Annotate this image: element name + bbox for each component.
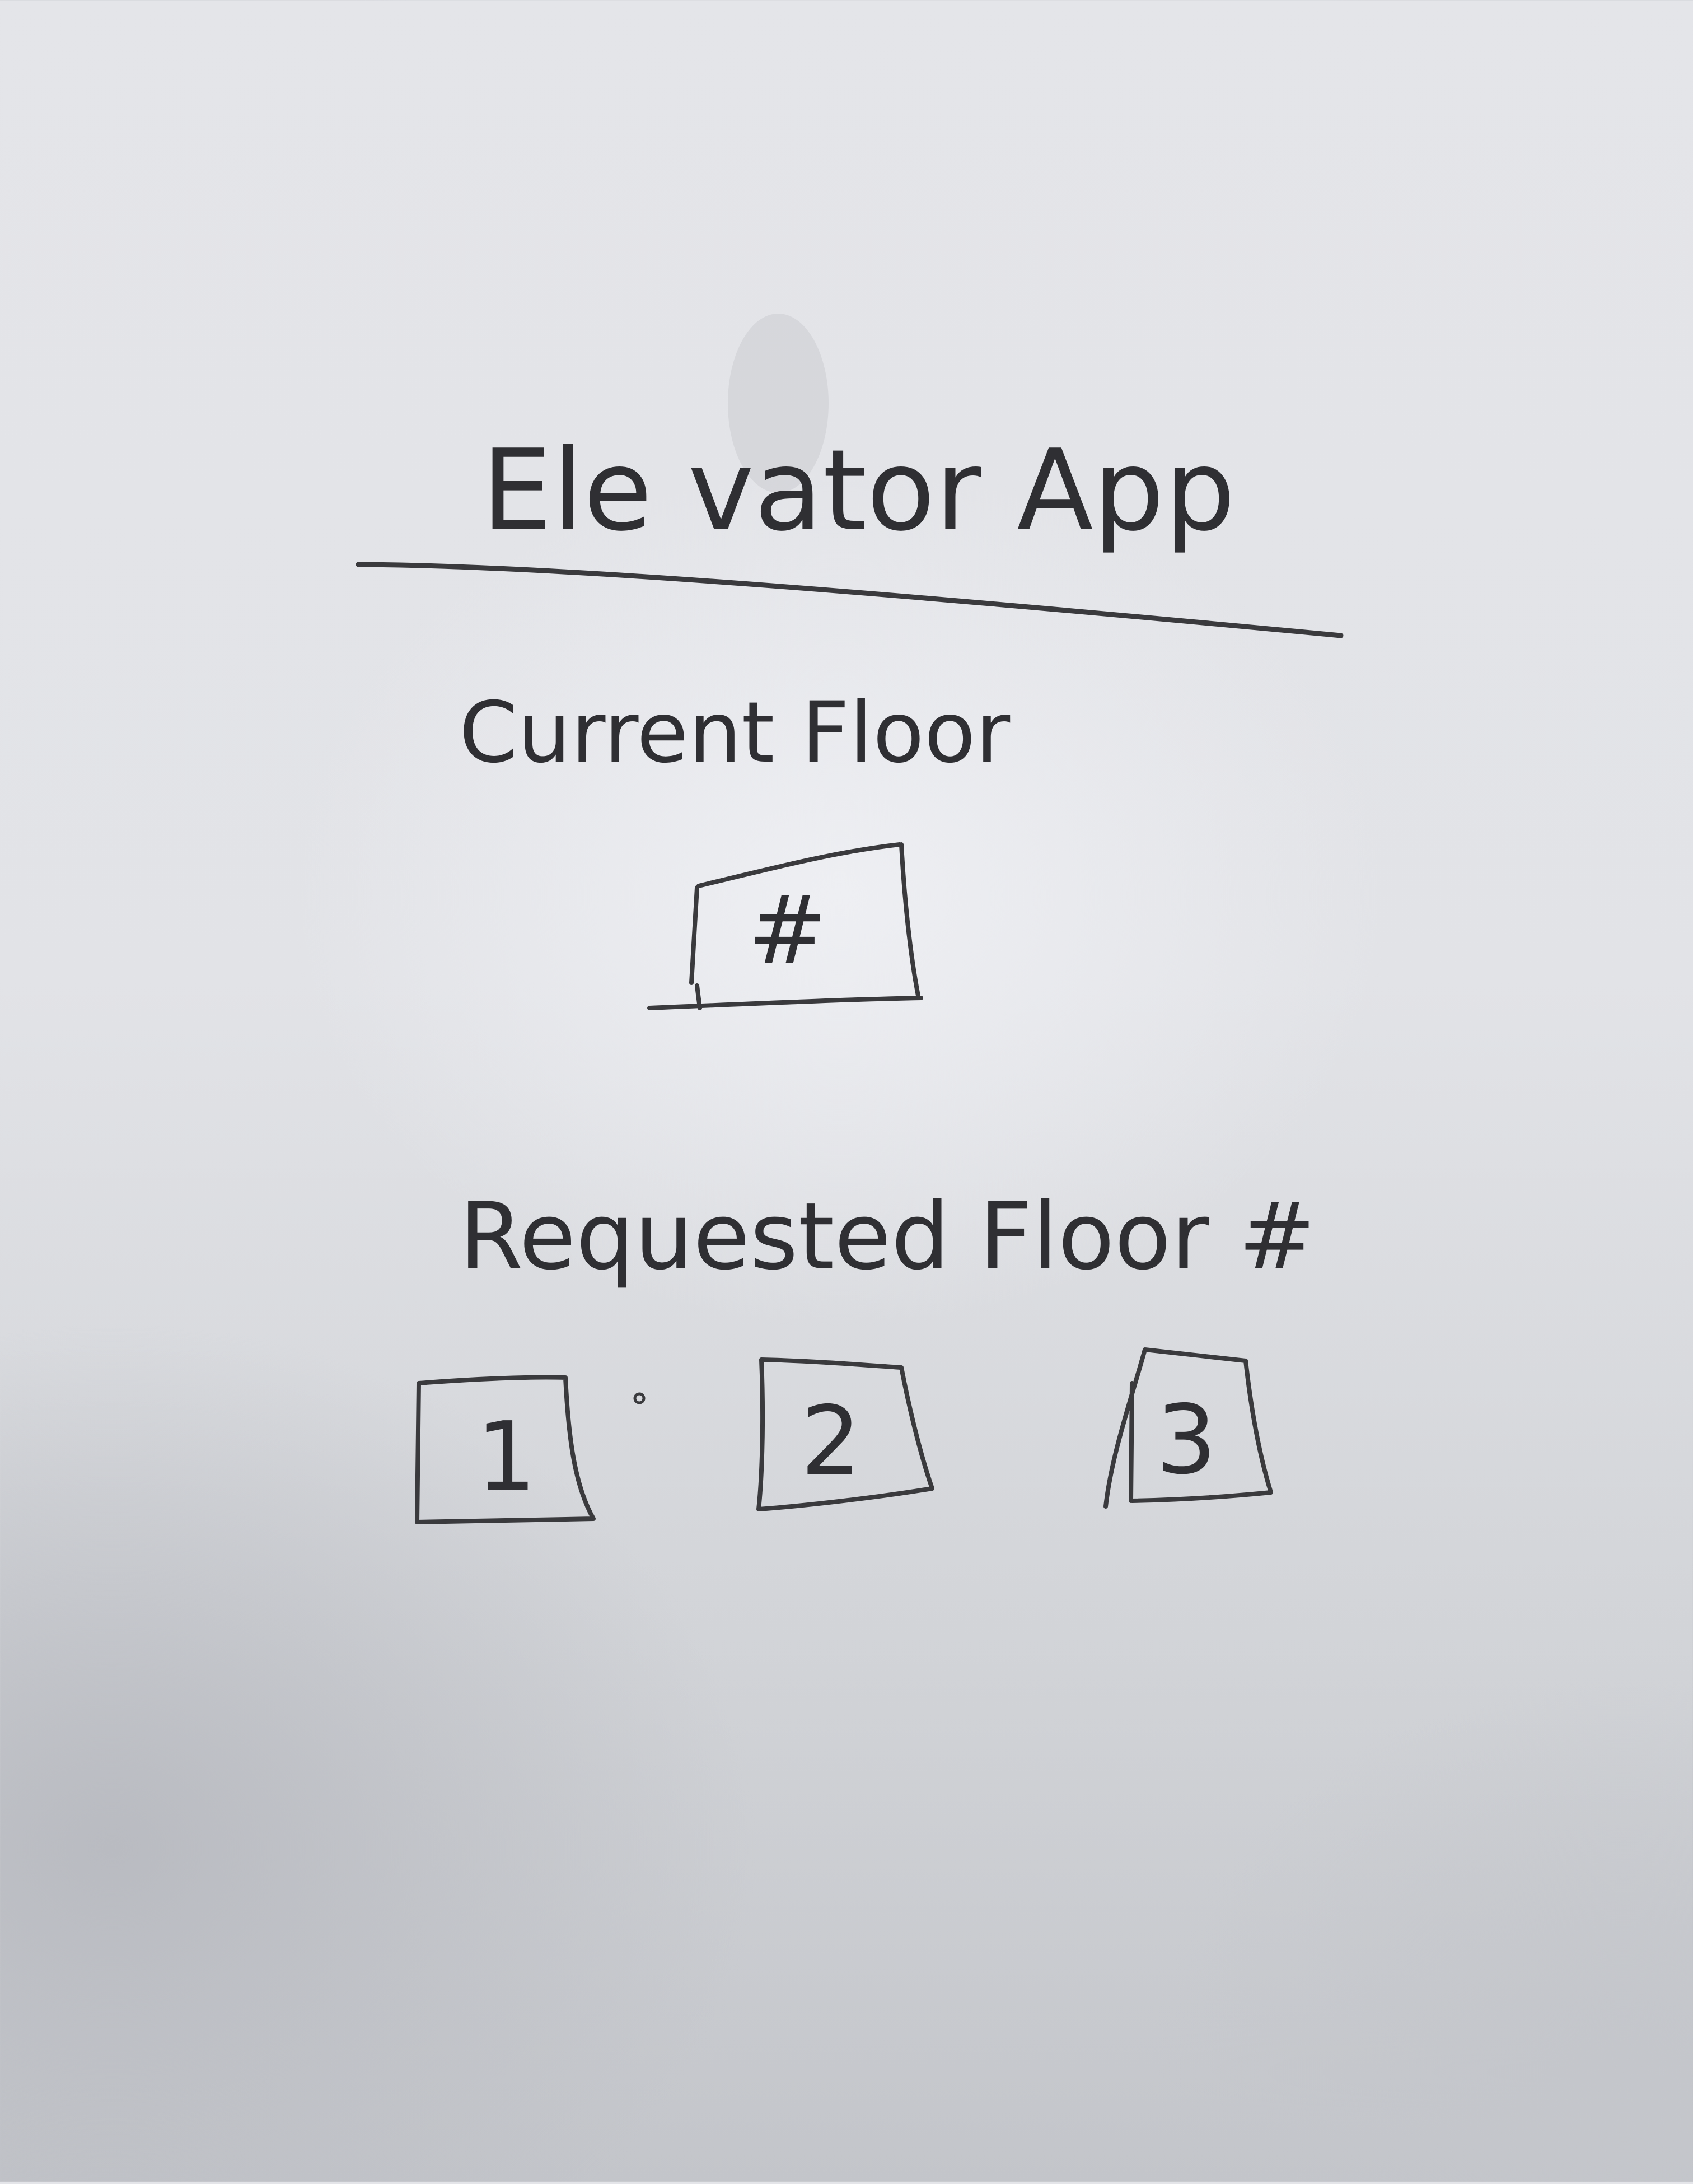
current-floor-label: Current Floor [459,684,1011,782]
floor-button-3-label: 3 [1156,1385,1217,1496]
floor-button-1[interactable]: 1 [415,1375,596,1524]
floor-button-3[interactable]: 3 [1103,1347,1273,1509]
current-floor-value: # [747,875,827,986]
wireframe-sketch: Ele vator App Current Floor # Requested … [356,314,1344,1524]
floor-button-2[interactable]: 2 [756,1357,934,1511]
current-floor-display: # [647,842,923,1010]
floor-button-2-label: 2 [801,1386,861,1497]
app-title: Ele vator App [481,426,1236,556]
sketch-paper: Ele vator App Current Floor # Requested … [0,0,1693,2182]
title-divider [356,562,1344,638]
requested-floor-label: Requested Floor # [459,1183,1316,1290]
pencil-mark [633,1392,646,1404]
floor-button-1-label: 1 [476,1402,536,1513]
